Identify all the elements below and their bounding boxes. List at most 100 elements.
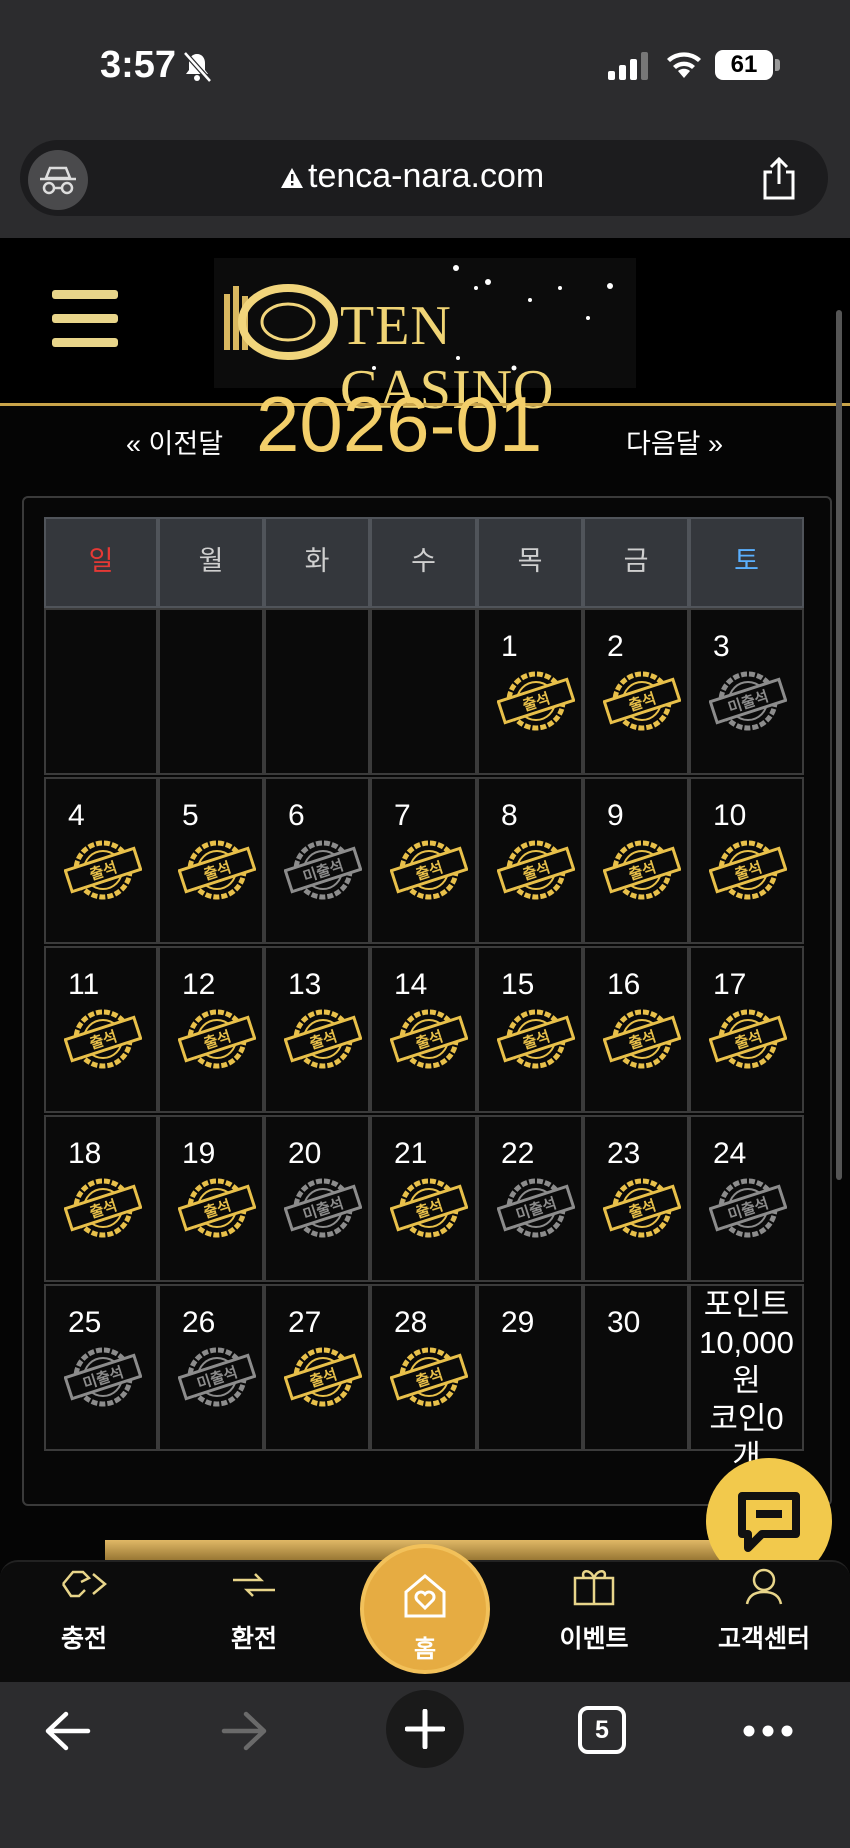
- nav-label: 고객센터: [717, 1625, 810, 1653]
- attended-stamp-icon: 출석: [389, 1006, 469, 1072]
- attended-stamp-icon: 출석: [283, 1344, 363, 1410]
- empty-day-cell: [264, 608, 370, 775]
- day-number: 21: [394, 1137, 428, 1170]
- calendar-day[interactable]: 12 출석: [158, 946, 264, 1113]
- more-icon[interactable]: [742, 1724, 794, 1738]
- attended-stamp-icon: 출석: [389, 1344, 469, 1410]
- reward-line: 원: [732, 1363, 761, 1398]
- new-tab-button[interactable]: [386, 1690, 464, 1768]
- day-number: 14: [394, 968, 428, 1001]
- calendar-day[interactable]: 15 출석: [477, 946, 583, 1113]
- status-time: 3:57: [100, 44, 177, 86]
- calendar-day[interactable]: 17 출석: [689, 946, 804, 1113]
- day-number: 6: [288, 799, 305, 832]
- day-number: 19: [182, 1137, 216, 1170]
- calendar-day[interactable]: 20 미출석: [264, 1115, 370, 1282]
- attended-stamp-icon: 출석: [602, 1006, 682, 1072]
- calendar-day[interactable]: 10 출석: [689, 777, 804, 944]
- weekday-header: 화: [264, 517, 370, 608]
- calendar-day[interactable]: 29: [477, 1284, 583, 1451]
- attended-stamp-icon: 출석: [283, 1006, 363, 1072]
- nav-label: 환전: [230, 1625, 277, 1653]
- calendar-day[interactable]: 28 출석: [370, 1284, 477, 1451]
- day-number: 18: [68, 1137, 102, 1170]
- calendar-day[interactable]: 26 미출석: [158, 1284, 264, 1451]
- calendar-day[interactable]: 4 출석: [44, 777, 158, 944]
- nav-support[interactable]: 고객센터: [704, 1562, 824, 1655]
- calendar-day[interactable]: 9 출석: [583, 777, 689, 944]
- url-text[interactable]: tenca-nara.com: [280, 157, 544, 196]
- weekday-header: 일: [44, 517, 158, 608]
- nav-charge[interactable]: 충전: [24, 1562, 144, 1655]
- calendar-day[interactable]: 30: [583, 1284, 689, 1451]
- menu-bar: [52, 338, 118, 347]
- day-number: 1: [501, 630, 518, 663]
- next-month-link[interactable]: 다음달 »: [626, 422, 723, 461]
- calendar-day[interactable]: 19 출석: [158, 1115, 264, 1282]
- calendar-day[interactable]: 24 미출석: [689, 1115, 804, 1282]
- day-number: 16: [607, 968, 641, 1001]
- nav-home[interactable]: 홈: [360, 1544, 490, 1674]
- nav-label: 충전: [60, 1625, 107, 1653]
- prev-month-link[interactable]: « 이전달: [126, 422, 223, 461]
- calendar-day[interactable]: 11 출석: [44, 946, 158, 1113]
- weekday-header: 월: [158, 517, 264, 608]
- tabs-button[interactable]: 5: [578, 1706, 626, 1754]
- calendar-day[interactable]: 포인트 10,000 원 코인0 개 31: [689, 1284, 804, 1474]
- today-reward: 포인트 10,000 원 코인0 개: [691, 1286, 802, 1476]
- attended-stamp-icon: 출석: [602, 837, 682, 903]
- day-number: 23: [607, 1137, 641, 1170]
- nav-label: 홈: [413, 1636, 437, 1663]
- private-mode-icon[interactable]: [28, 150, 88, 210]
- calendar-day[interactable]: 1 출석: [477, 608, 583, 775]
- gift-icon: [573, 1570, 615, 1606]
- calendar-day[interactable]: 5 출석: [158, 777, 264, 944]
- nav-exchange[interactable]: 환전: [194, 1562, 314, 1655]
- attended-stamp-icon: 출석: [63, 1006, 143, 1072]
- site-logo[interactable]: TEN CASINO: [214, 258, 636, 421]
- charge-icon: [61, 1570, 107, 1598]
- reward-line: 포인트: [703, 1287, 790, 1322]
- calendar-day[interactable]: 25 미출석: [44, 1284, 158, 1451]
- bell-off-icon: [183, 51, 212, 83]
- day-number: 30: [607, 1306, 641, 1339]
- weekday-header: 금: [583, 517, 689, 608]
- missed-stamp-icon: 미출석: [708, 1175, 788, 1241]
- day-number: 10: [713, 799, 747, 832]
- calendar-day[interactable]: 18 출석: [44, 1115, 158, 1282]
- menu-button[interactable]: [52, 290, 118, 350]
- calendar-day[interactable]: 3 미출석: [689, 608, 804, 775]
- menu-bar: [52, 314, 118, 323]
- empty-day-cell: [44, 608, 158, 775]
- month-title: 2026-01: [256, 385, 543, 455]
- home-heart-icon: [404, 1574, 446, 1618]
- calendar-day[interactable]: 6 미출석: [264, 777, 370, 944]
- page-scrollbar[interactable]: [836, 310, 842, 1180]
- share-icon[interactable]: [758, 156, 800, 202]
- calendar-day[interactable]: 16 출석: [583, 946, 689, 1113]
- attended-stamp-icon: 출석: [177, 837, 257, 903]
- sparkle-decoration: [372, 265, 613, 371]
- calendar-day[interactable]: 7 출석: [370, 777, 477, 944]
- day-number: 12: [182, 968, 216, 1001]
- attended-stamp-icon: 출석: [389, 1175, 469, 1241]
- calendar-day[interactable]: 27 출석: [264, 1284, 370, 1451]
- reward-line: 10,000: [699, 1325, 794, 1360]
- calendar-day[interactable]: 8 출석: [477, 777, 583, 944]
- support-icon: [745, 1568, 783, 1605]
- url-label: tenca-nara.com: [308, 157, 545, 195]
- calendar-day[interactable]: 21 출석: [370, 1115, 477, 1282]
- back-arrow-icon[interactable]: [42, 1708, 92, 1754]
- missed-stamp-icon: 미출석: [283, 1175, 363, 1241]
- calendar-day[interactable]: 14 출석: [370, 946, 477, 1113]
- calendar-day[interactable]: 2 출석: [583, 608, 689, 775]
- reward-line: 코인0: [709, 1401, 784, 1436]
- nav-event[interactable]: 이벤트: [534, 1562, 654, 1655]
- nav-label: 이벤트: [559, 1625, 629, 1653]
- wifi-icon: [667, 52, 701, 78]
- calendar-day[interactable]: 13 출석: [264, 946, 370, 1113]
- forward-arrow-icon[interactable]: [220, 1708, 270, 1754]
- calendar-day[interactable]: 22 미출석: [477, 1115, 583, 1282]
- attended-stamp-icon: 출석: [602, 1175, 682, 1241]
- calendar-day[interactable]: 23 출석: [583, 1115, 689, 1282]
